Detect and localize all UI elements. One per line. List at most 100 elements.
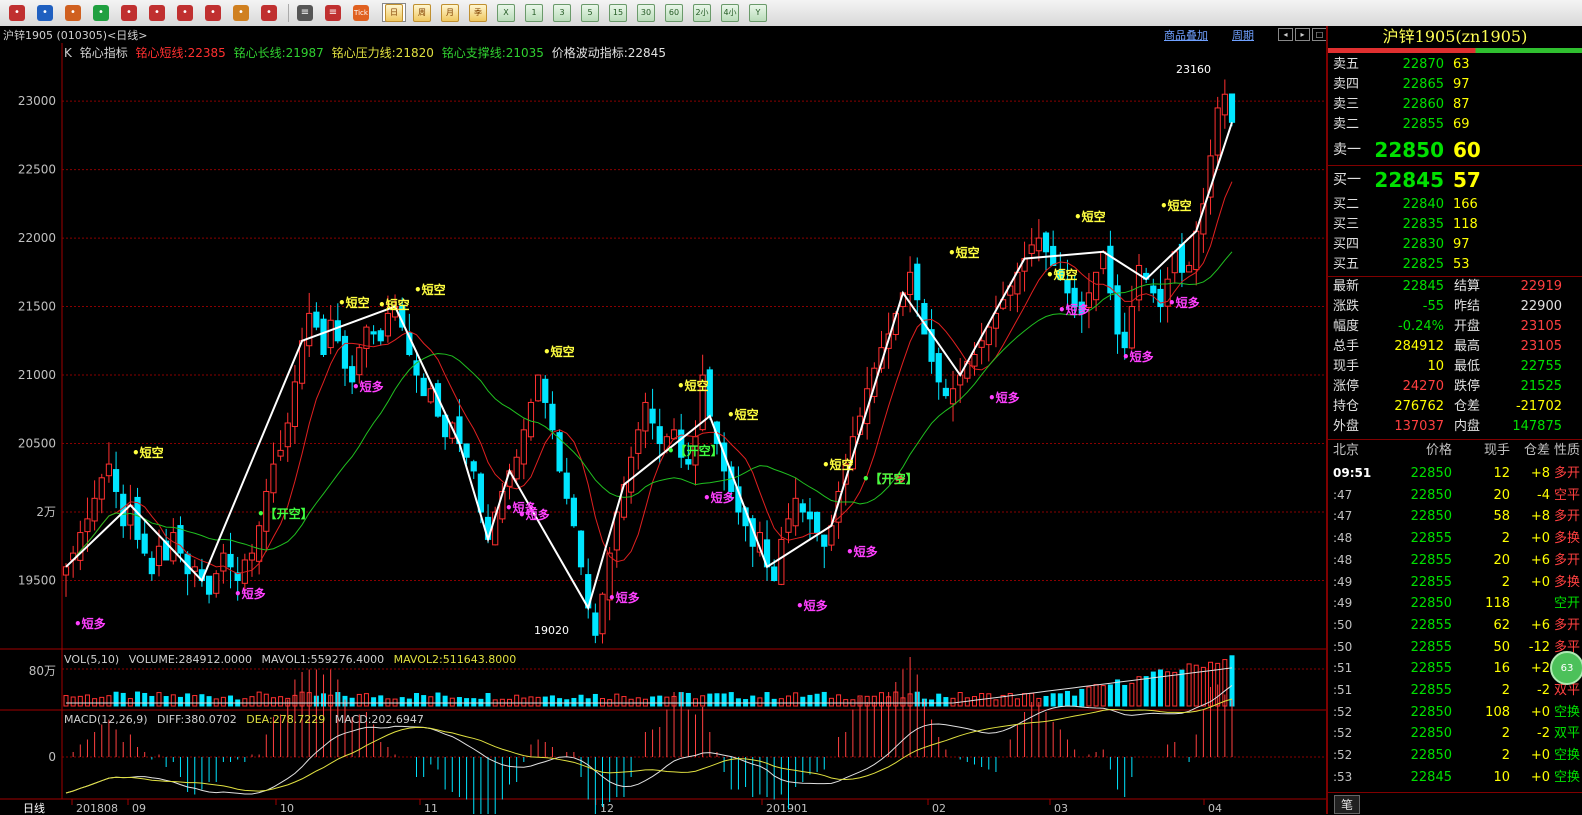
bid-level[interactable]: 买一 22845 57 <box>1328 165 1582 195</box>
signal-label: •短多 <box>988 390 1020 405</box>
period-button[interactable]: Y <box>746 3 770 22</box>
volume-bar <box>378 695 384 707</box>
tick-price: 22845 <box>1410 769 1452 785</box>
candle-body <box>356 347 363 376</box>
volume-bar <box>964 697 970 707</box>
chart-area[interactable]: 23000 22500 22000 21500 21000 20500 2万 19500 80万… <box>0 43 1326 814</box>
candle-body <box>599 593 606 635</box>
candle-body <box>341 335 349 369</box>
period-label: 15 <box>609 3 627 22</box>
macd-dea: DEA:278.7229 <box>246 713 326 726</box>
ask-level[interactable]: 卖一 22850 60 <box>1328 135 1582 165</box>
period-button[interactable]: 60 <box>662 3 686 22</box>
period-button[interactable]: 30 <box>634 3 658 22</box>
volume-bar <box>92 698 98 707</box>
period-button[interactable]: 3 <box>550 3 574 22</box>
tick-header: 北京 价格 现手 仓差 性质 <box>1328 441 1582 461</box>
bid-level[interactable]: 买五 22825 53 <box>1328 255 1582 275</box>
tick-price: 22855 <box>1410 639 1452 655</box>
volume-bar <box>585 698 591 707</box>
quote-level-volume: 97 <box>1453 237 1470 252</box>
candle-body <box>256 525 263 562</box>
volume-bar <box>1072 695 1078 707</box>
quote-level-label: 买二 <box>1333 197 1360 212</box>
volume-bar <box>1043 695 1049 707</box>
back-button[interactable]: • <box>34 3 56 22</box>
cycle-link[interactable]: 周期 <box>1232 27 1254 43</box>
candle-body <box>1092 271 1100 301</box>
line-chart-button[interactable]: ≡ <box>322 3 344 22</box>
tick-volume: 50 <box>1493 639 1510 655</box>
stat-label: 总手 <box>1333 339 1360 354</box>
x-tick-label: 03 <box>1054 802 1068 814</box>
stat-value: 137037 <box>1394 419 1444 434</box>
kline-chart[interactable]: 23000 22500 22000 21500 21000 20500 2万 19500 80万… <box>0 43 1326 814</box>
period-button[interactable]: 15 <box>606 3 630 22</box>
indicator-long: 铭心长线:21987 <box>233 46 324 60</box>
volume-bar <box>821 691 827 707</box>
period-button[interactable]: X <box>494 3 518 22</box>
volume-bar <box>206 696 212 707</box>
home-button[interactable]: • <box>6 3 28 22</box>
window-button[interactable]: • <box>174 3 196 22</box>
next-window-icon[interactable]: ▸ <box>1295 28 1310 41</box>
ask-level[interactable]: 卖二 22855 69 <box>1328 115 1582 135</box>
bid-level[interactable]: 买二 22840 166 <box>1328 195 1582 215</box>
stat-label: 开盘 <box>1454 319 1481 334</box>
ask-level[interactable]: 卖五 22870 63 <box>1328 55 1582 75</box>
zoom-in-button[interactable]: • <box>118 3 140 22</box>
volume-bar <box>77 695 83 707</box>
period-button[interactable]: 季 <box>466 3 490 22</box>
stat-label: 最高 <box>1454 339 1481 354</box>
funnel-button[interactable]: • <box>258 3 280 22</box>
signal-label: •短空 <box>1046 267 1078 282</box>
tick-button[interactable]: Tick <box>350 3 372 22</box>
candle-body <box>570 497 577 527</box>
candle-body <box>1028 244 1035 254</box>
period-button[interactable]: 5 <box>578 3 602 22</box>
period-button[interactable]: 1 <box>522 3 546 22</box>
draw-button[interactable]: • <box>230 3 252 22</box>
volume-bar <box>471 698 477 707</box>
tick-oi: +6 <box>1530 617 1550 633</box>
period-button[interactable]: 周 <box>410 3 434 22</box>
stat-label: 最新 <box>1333 279 1360 294</box>
bid-level[interactable]: 买三 22835 118 <box>1328 215 1582 235</box>
indicator-support: 铭心支撑线:21035 <box>441 46 544 60</box>
ask-level[interactable]: 卖四 22865 97 <box>1328 75 1582 95</box>
pen-button[interactable]: • <box>202 3 224 22</box>
prev-window-icon[interactable]: ◂ <box>1278 28 1293 41</box>
period-button[interactable]: 4小 <box>718 3 742 22</box>
tick-row: :47 22850 20 -4 空平 <box>1328 485 1582 507</box>
pulse-badge[interactable]: 63 <box>1550 651 1582 685</box>
ask-level[interactable]: 卖三 22860 87 <box>1328 95 1582 115</box>
symbol-bar: 沪锌1905 (010305)<日线> 商品叠加 周期 ◂ ▸ □ <box>0 26 1327 44</box>
quote-level-price: 22835 <box>1402 217 1444 232</box>
volume-bar <box>142 692 148 707</box>
macd-tick-label: 0 <box>48 750 56 764</box>
period-button[interactable]: 2小 <box>690 3 714 22</box>
list-button[interactable]: ≡ <box>294 3 316 22</box>
tick-time: :51 <box>1333 661 1353 676</box>
candle-body <box>320 318 327 355</box>
quote-level-label: 买三 <box>1333 217 1360 232</box>
volume-bar <box>385 698 391 707</box>
volume-bar <box>549 695 555 707</box>
candle-body <box>170 532 177 562</box>
x-tick-label: 10 <box>280 802 294 814</box>
stat-value: 22900 <box>1520 299 1562 314</box>
tick-oi: -4 <box>1537 487 1550 503</box>
period-button[interactable]: 日 <box>382 3 406 22</box>
volume-bar <box>943 697 949 707</box>
tick-row: :50 22855 50 -12 多平 <box>1328 637 1582 659</box>
book-button[interactable]: • <box>62 3 84 22</box>
period-button[interactable]: 月 <box>438 3 462 22</box>
overlay-link[interactable]: 商品叠加 <box>1164 27 1208 43</box>
maximize-window-icon[interactable]: □ <box>1312 28 1327 41</box>
footer-tab-bi[interactable]: 笔 <box>1328 792 1582 815</box>
refresh-button[interactable]: • <box>90 3 112 22</box>
candle-body <box>806 511 814 520</box>
back-icon: • <box>37 4 53 21</box>
bid-level[interactable]: 买四 22830 97 <box>1328 235 1582 255</box>
zoom-out-button[interactable]: • <box>146 3 168 22</box>
